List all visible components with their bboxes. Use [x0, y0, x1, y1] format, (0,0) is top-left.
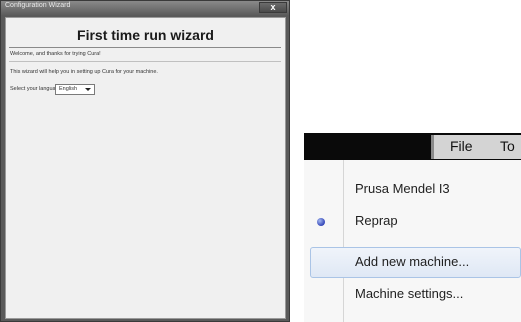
menu-bar: File To — [304, 133, 521, 160]
welcome-divider — [9, 61, 281, 62]
wizard-title: Configuration Wizard — [5, 2, 71, 9]
radio-selected-icon — [317, 218, 325, 226]
menu-item-machine-settings[interactable]: Machine settings... — [304, 279, 521, 310]
menu-file[interactable]: File To — [431, 135, 521, 159]
welcome-text: Welcome, and thanks for trying Cura! — [10, 51, 101, 57]
language-value: English — [59, 86, 78, 92]
menu-item-reprap[interactable]: Reprap — [304, 206, 521, 237]
heading-divider — [9, 47, 281, 48]
wizard-heading: First time run wizard — [77, 27, 214, 43]
close-button[interactable]: x — [259, 2, 287, 13]
close-icon: x — [270, 2, 276, 12]
menu-tools-label[interactable]: To — [500, 138, 515, 154]
language-select[interactable]: English — [55, 84, 95, 95]
menu-item-add-new-machine[interactable]: Add new machine... — [304, 247, 521, 278]
menu-file-label: File — [450, 138, 473, 154]
menu-item-label: Add new machine... — [355, 254, 470, 269]
menu-item-prusa-mendel[interactable]: Prusa Mendel I3 — [304, 174, 521, 205]
menu-item-label: Reprap — [355, 213, 398, 228]
wizard-window: Configuration Wizard x First time run wi… — [0, 0, 290, 322]
wizard-body: First time run wizard Welcome, and thank… — [5, 17, 286, 319]
machine-menu: File To Prusa Mendel I3 Reprap Add new m… — [304, 133, 521, 322]
wizard-titlebar[interactable]: Configuration Wizard x — [1, 1, 289, 15]
menu-item-label: Prusa Mendel I3 — [355, 181, 450, 196]
info-text: This wizard will help you in setting up … — [10, 69, 158, 75]
chevron-down-icon — [85, 88, 91, 91]
menu-item-label: Machine settings... — [355, 286, 464, 301]
